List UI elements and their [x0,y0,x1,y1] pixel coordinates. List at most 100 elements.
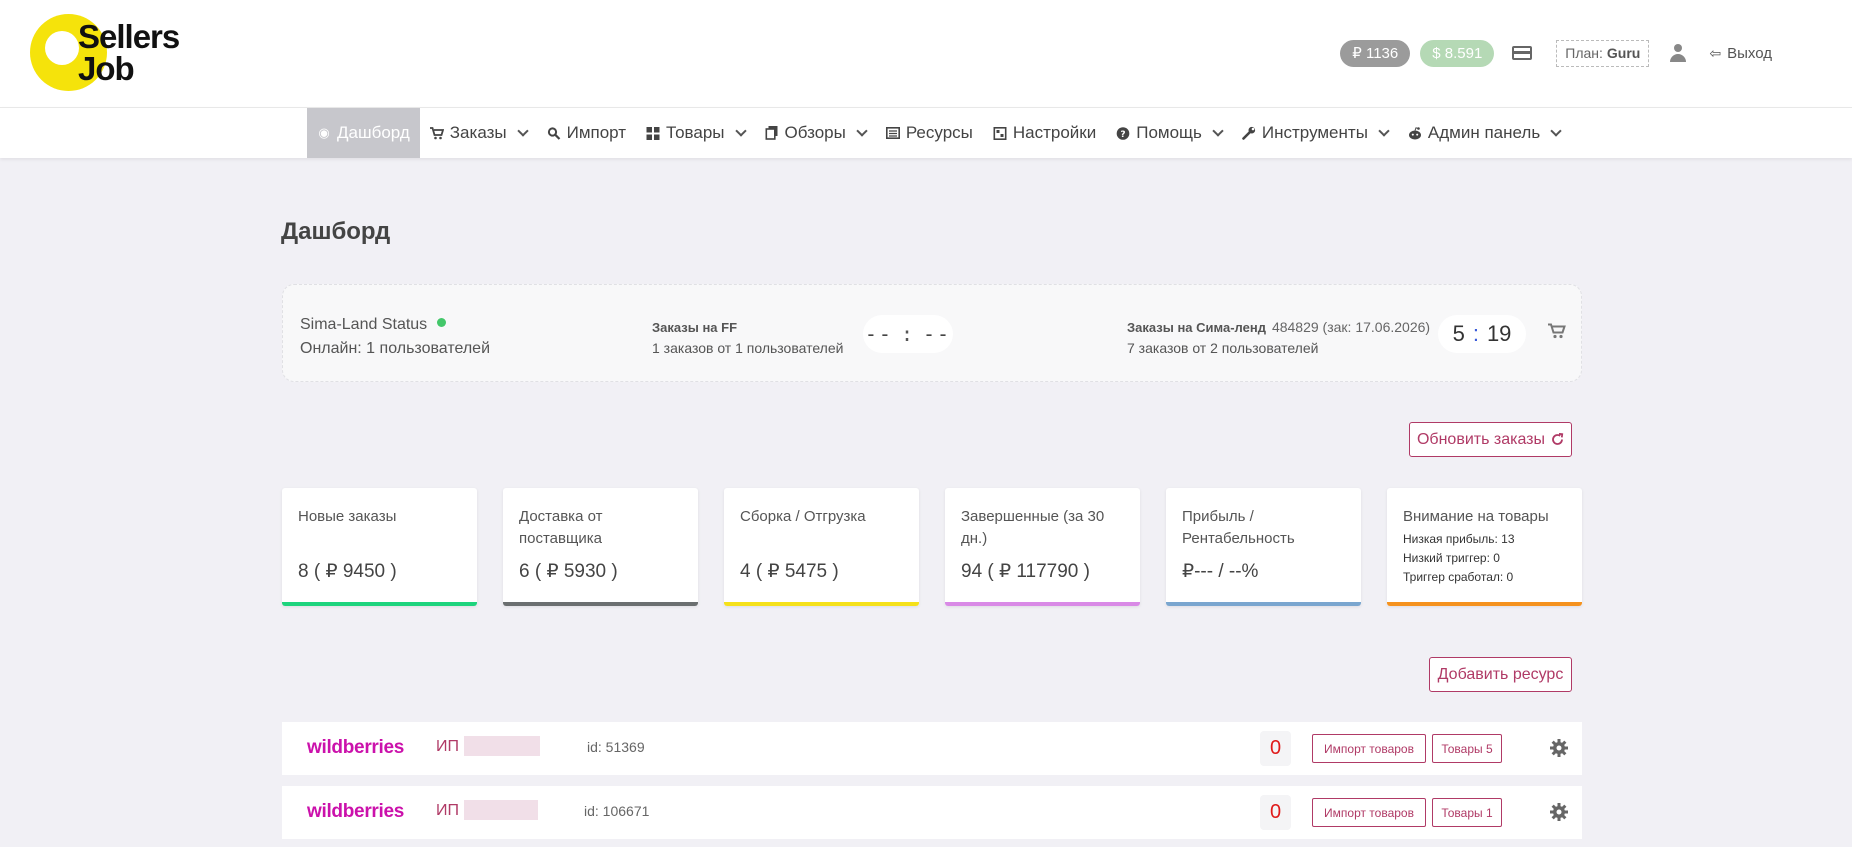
online-users: Онлайн: 1 пользователей [300,340,491,357]
chevron-down-icon [856,124,868,137]
stat-value: ₽--- / --% [1182,561,1259,582]
nav-import-label: Импорт [566,123,627,142]
stat-value: 4 ( ₽ 5475 ) [740,561,839,582]
nav-settings[interactable]: Настройки [983,108,1106,158]
stat-bar [945,602,1140,606]
main-nav: ◉ Дашборд Заказы Импорт Товары Обзоры Ре… [0,107,1852,158]
logout-link[interactable]: ⇦ Выход [1709,45,1772,62]
add-resource-label: Добавить ресурс [1437,665,1564,683]
refresh-icon [1552,433,1564,445]
stat-title: Сборка / Отгрузка [740,508,866,525]
nav-orders[interactable]: Заказы [420,108,537,158]
stat-value: 8 ( ₽ 9450 ) [298,561,397,582]
nav-products-label: Товары [666,123,725,142]
ff-timer-hours: -- [864,322,893,346]
balance-rub-badge[interactable]: ₽ 1136 [1340,39,1411,67]
stat-card-attention[interactable]: Внимание на товары Низкая прибыль: 13 Ни… [1387,488,1582,606]
sima-orders-label: Заказы на Сима-ленд [1127,320,1266,335]
ff-timer: --: -- [863,315,953,353]
resource-owner: ИП [436,802,459,819]
ff-orders-sub: 1 заказов от 1 пользователей [652,340,844,356]
online-status-dot [437,318,447,327]
nav-tools[interactable]: Инструменты [1232,108,1398,158]
header: Sellers Job ₽ 1136 $ 8.591 План: Guru ⇦ … [0,0,1852,107]
stat-card-new-orders[interactable]: Новые заказы 8 ( ₽ 9450 ) [282,488,477,606]
stat-bar [1387,602,1582,606]
ff-orders-block: Заказы на FF 1 заказов от 1 пользователе… [652,317,843,359]
wrench-icon [1242,126,1256,140]
plan-label: План: [1565,45,1603,61]
page-title: Дашборд [281,218,391,245]
attention-details: Низкая прибыль: 13 Низкий триггер: 0 Три… [1403,530,1515,587]
wildberries-logo: wildberries [307,801,405,822]
nav-admin[interactable]: Админ панель [1398,108,1570,158]
stat-title: Прибыль / Рентабельность [1182,508,1295,547]
plan-badge[interactable]: План: Guru [1556,39,1650,67]
chevron-down-icon [734,124,747,137]
balance-usd-badge[interactable]: $ 8.591 [1420,39,1495,67]
copy-icon [765,126,778,140]
chevron-down-icon [1212,124,1224,137]
nav-dashboard-label: Дашборд [337,123,410,142]
products-button[interactable]: Товары 5 [1432,734,1502,763]
nav-settings-label: Настройки [1012,123,1097,142]
gear-icon[interactable] [1550,803,1568,821]
stat-title: Новые заказы [298,508,397,525]
gear-icon[interactable] [1550,739,1568,757]
import-products-button[interactable]: Импорт товаров [1312,798,1426,827]
reddit-icon [1408,126,1421,139]
ff-timer-colon: : [900,322,916,346]
stat-bar [503,602,698,606]
sima-status-label: Sima-Land Status [300,316,428,333]
settings-panel-icon [993,126,1007,140]
stat-card-assembly-shipping[interactable]: Сборка / Отгрузка 4 ( ₽ 5475 ) [724,488,919,606]
wildberries-logo: wildberries [307,737,405,758]
stat-card-supplier-delivery[interactable]: Доставка от поставщика 6 ( ₽ 5930 ) [503,488,698,606]
chevron-down-icon [516,124,529,137]
sima-orders-info: 484829 (зак: 17.06.2026) [1271,319,1431,335]
resource-id: id: 51369 [587,739,645,755]
resource-id: id: 106671 [584,803,650,819]
stat-card-profit[interactable]: Прибыль / Рентабельность ₽--- / --% [1166,488,1361,606]
sellers-job-logo[interactable]: Sellers Job [30,14,205,94]
stat-bar [1166,602,1361,606]
nav-dashboard[interactable]: ◉ Дашборд [307,108,420,158]
stat-value: 94 ( ₽ 117790 ) [961,561,1090,582]
shopping-cart-icon[interactable] [1548,323,1566,339]
resource-owner: ИП [436,738,459,755]
nav-help[interactable]: ? Помощь [1106,108,1232,158]
import-products-button[interactable]: Импорт товаров [1312,734,1426,763]
status-panel: Sima-Land Status Онлайн: 1 пользователей… [282,284,1582,382]
nav-import[interactable]: Импорт [537,108,636,158]
sima-timer-hours: 5 [1452,321,1465,346]
low-profit-count: Низкая прибыль: 13 [1403,532,1515,546]
resource-row: wildberries ИП id: 106671 0 Импорт товар… [282,786,1582,839]
trigger-fired-count: Триггер сработал: 0 [1403,570,1514,584]
logout-label: Выход [1727,44,1772,62]
chevron-down-icon [1378,124,1390,137]
plan-value: Guru [1606,45,1641,61]
add-resource-button[interactable]: Добавить ресурс [1429,657,1572,692]
ff-orders-label: Заказы на FF [652,320,738,335]
nav-reviews[interactable]: Обзоры [755,108,876,158]
credit-card-icon[interactable] [1512,46,1533,60]
products-button[interactable]: Товары 1 [1432,798,1502,827]
nav-products[interactable]: Товары [636,108,754,158]
sima-timer: 5:19 [1438,315,1526,353]
user-icon[interactable] [1669,44,1687,62]
resource-count: 0 [1260,731,1291,766]
sima-status-block: Sima-Land Status Онлайн: 1 пользователей [300,313,490,361]
refresh-orders-button[interactable]: Обновить заказы [1409,422,1572,457]
svg-text:?: ? [1121,130,1126,140]
nav-resources[interactable]: Ресурсы [876,108,983,158]
stat-bar [724,602,919,606]
redacted-owner-name [464,736,540,756]
logo-text-line2: Job [78,50,135,87]
sima-timer-minutes: 19 [1486,321,1512,346]
nav-reviews-label: Обзоры [784,123,846,142]
stat-card-completed[interactable]: Завершенные (за 30 дн.) 94 ( ₽ 117790 ) [945,488,1140,606]
resource-count: 0 [1260,795,1291,830]
sima-orders-block: Заказы на Сима-ленд 484829 (зак: 17.06.20… [1127,317,1430,359]
cart-icon [429,126,444,139]
grid-icon [646,126,660,140]
